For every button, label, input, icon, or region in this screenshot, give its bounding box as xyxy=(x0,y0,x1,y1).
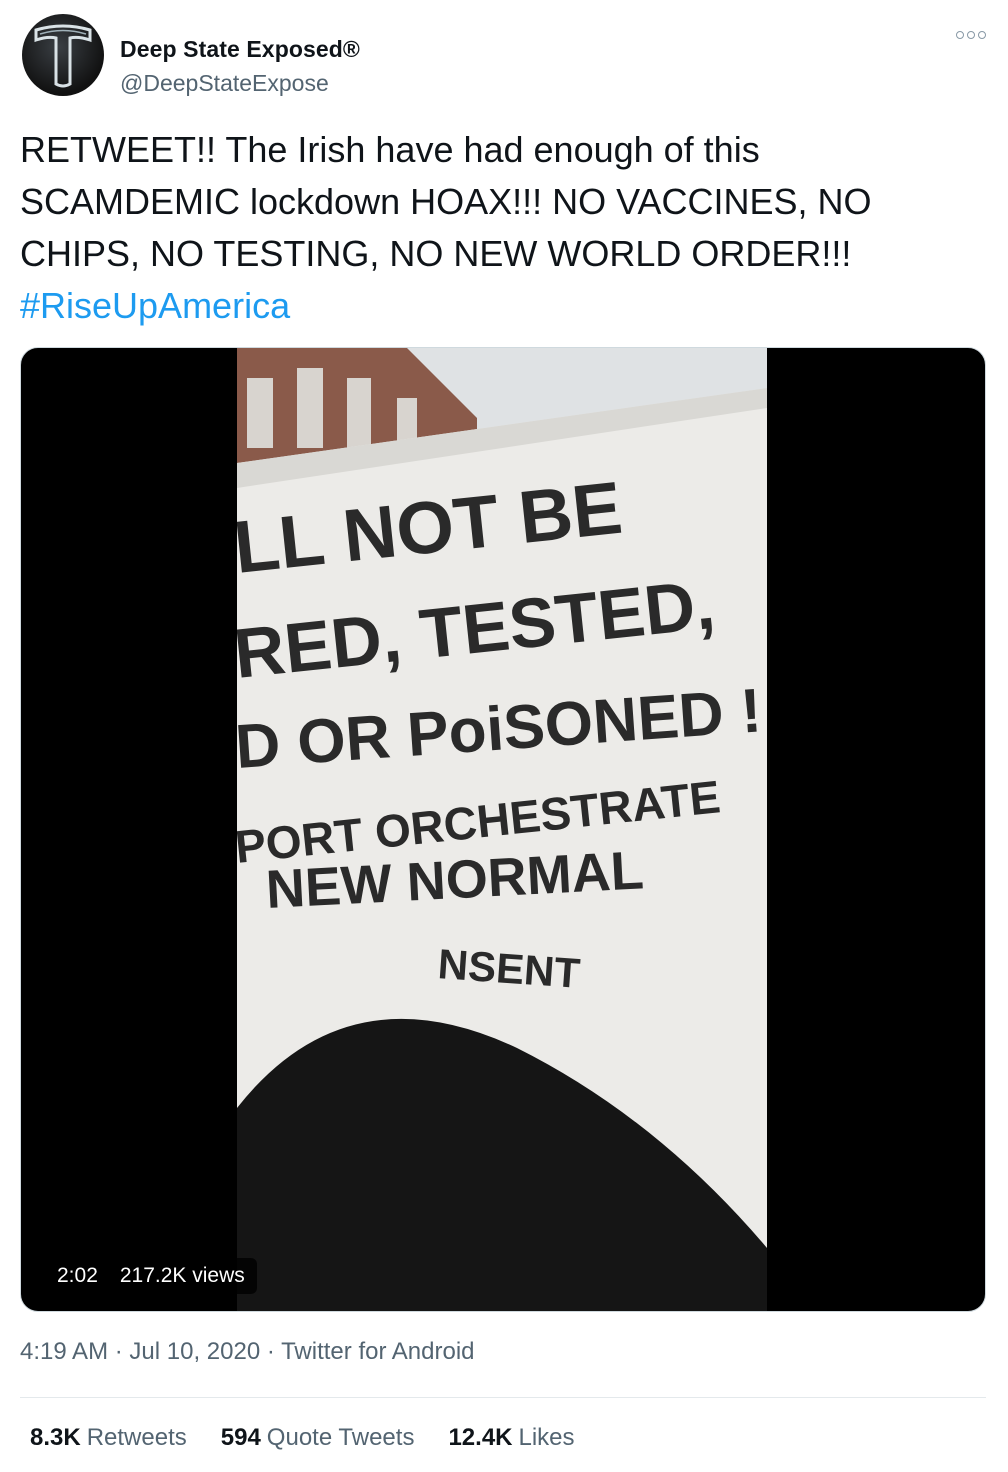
quotes-count: 594 xyxy=(220,1424,261,1451)
more-options-icon[interactable] xyxy=(956,28,986,42)
likes-count: 12.4K xyxy=(448,1424,513,1451)
video-thumbnail: LL NOT BE RED, TESTED, D OR PoiSONED ! P… xyxy=(237,348,767,1311)
video-duration: 2:02 xyxy=(57,1264,98,1287)
author-handle[interactable]: @DeepStateExpose xyxy=(120,70,329,97)
tweet-time[interactable]: 4:19 AM xyxy=(20,1338,108,1365)
likes-stat[interactable]: 12.4K Likes xyxy=(448,1424,574,1452)
retweets-count: 8.3K xyxy=(30,1424,81,1451)
banner-line-6: NSENT xyxy=(436,940,582,997)
video-views: 217.2K views xyxy=(119,1264,245,1287)
avatar[interactable] xyxy=(22,14,104,96)
quotes-label: Quote Tweets xyxy=(266,1424,415,1451)
engagement-stats: 8.3K Retweets 594 Quote Tweets 12.4K Likes xyxy=(30,1424,575,1452)
video-player[interactable]: LL NOT BE RED, TESTED, D OR PoiSONED ! P… xyxy=(20,347,986,1312)
tweet-text: RETWEET!! The Irish have had enough of t… xyxy=(20,129,872,274)
letter-t-logo-icon xyxy=(34,24,92,88)
retweets-label: Retweets xyxy=(86,1424,187,1451)
video-frame: LL NOT BE RED, TESTED, D OR PoiSONED ! P… xyxy=(237,348,767,1311)
hashtag-link[interactable]: #RiseUpAmerica xyxy=(20,280,980,332)
tweet-body: RETWEET!! The Irish have had enough of t… xyxy=(20,124,980,332)
tweet-meta: 4:19 AM · Jul 10, 2020 · Twitter for And… xyxy=(20,1338,475,1366)
meta-separator: · xyxy=(114,1338,123,1365)
retweets-stat[interactable]: 8.3K Retweets xyxy=(30,1424,187,1452)
author-name[interactable]: Deep State Exposed® xyxy=(120,36,360,63)
video-info-badge: 2:02 217.2K views xyxy=(45,1258,257,1294)
likes-label: Likes xyxy=(518,1424,575,1451)
tweet-date[interactable]: Jul 10, 2020 xyxy=(129,1338,260,1365)
meta-separator: · xyxy=(266,1338,275,1365)
quote-tweets-stat[interactable]: 594 Quote Tweets xyxy=(221,1424,415,1452)
divider xyxy=(20,1397,986,1398)
tweet-source[interactable]: Twitter for Android xyxy=(281,1338,474,1365)
tweet-header: Deep State Exposed® @DeepStateExpose xyxy=(22,14,988,98)
